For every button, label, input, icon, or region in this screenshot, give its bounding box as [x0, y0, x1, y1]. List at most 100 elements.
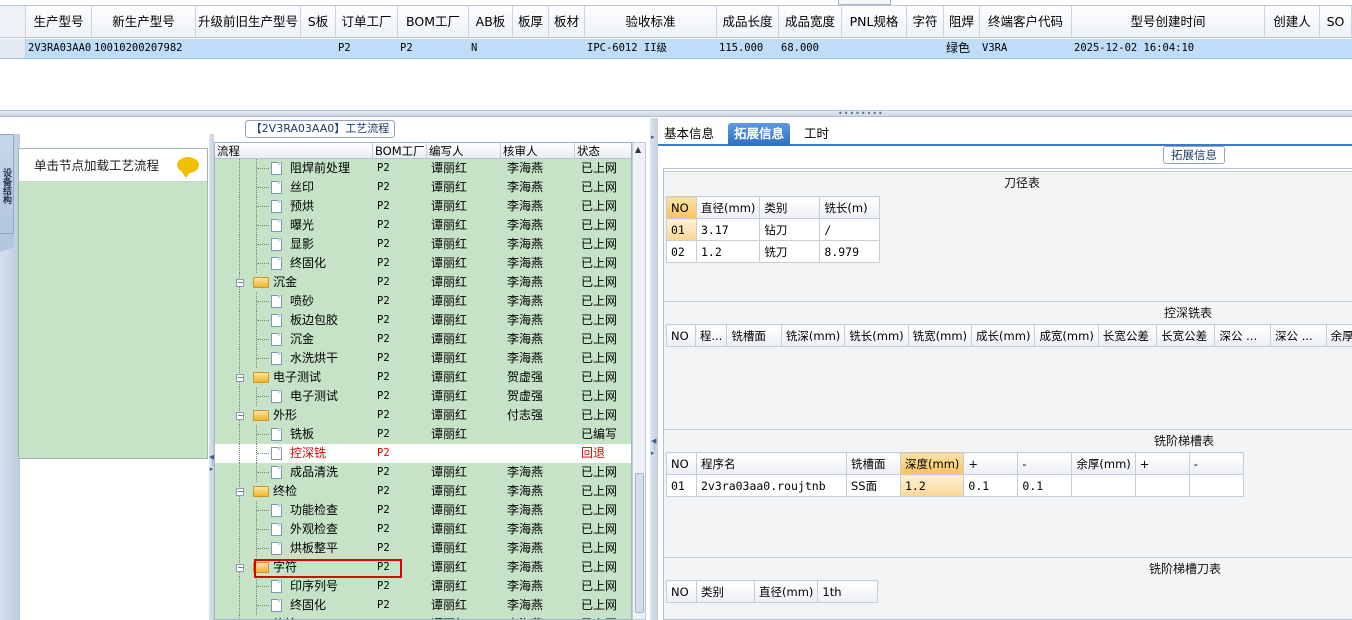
step-slot-table[interactable]: NO 程序名 铣槽面 深度(mm) + - 余厚(mm) + - 01 2v3ra03aa0.ro… [666, 452, 1244, 497]
tree-row[interactable]: 铣板 P2 谭丽红 已编写 [215, 425, 631, 444]
table-header-cell[interactable]: 程序名 [696, 452, 847, 475]
table-header-cell[interactable]: 程... [694, 324, 728, 347]
scroll-up-icon[interactable]: ▲ [635, 145, 641, 154]
grid-cell[interactable]: P2 [336, 39, 398, 58]
col-header[interactable]: 板厚 [513, 6, 549, 37]
tab-basic-info[interactable]: 基本信息 [658, 123, 720, 146]
tree-row[interactable]: 控深铣 P2 回退 [215, 444, 631, 463]
speech-bubble-icon[interactable] [177, 157, 199, 178]
table-header-cell[interactable]: 1th [817, 580, 879, 603]
grid-cell[interactable]: 2V3RA03AA0 [26, 39, 92, 58]
tree-row[interactable]: − 外形 P2 谭丽红 付志强 已上网 [215, 406, 631, 425]
table-row[interactable]: 02 1.2 铣刀 8.979 [666, 240, 881, 263]
table-header-cell[interactable]: 成长(mm) [971, 324, 1036, 347]
horizontal-splitter[interactable]: •••••••• [0, 110, 1352, 118]
tree-row[interactable]: 喷砂 P2 谭丽红 李海燕 已上网 [215, 292, 631, 311]
tree-row[interactable]: 印序列号 P2 谭丽红 李海燕 已上网 [215, 577, 631, 596]
table-header-cell[interactable]: 铣槽面 [726, 324, 782, 347]
grid-cell[interactable] [549, 39, 585, 58]
tree-row[interactable]: 显影 P2 谭丽红 李海燕 已上网 [215, 235, 631, 254]
table-header-cell[interactable]: 长宽公差 [1097, 324, 1158, 347]
tab-work-hours[interactable]: 工时 [798, 123, 835, 146]
step-tool-table[interactable]: NO 类别 直径(mm) 1th [666, 580, 879, 603]
tree-row[interactable]: 曝光 P2 谭丽红 李海燕 已上网 [215, 216, 631, 235]
table-header-cell[interactable]: - [1017, 452, 1073, 475]
col-header[interactable]: 订单工厂 [336, 6, 398, 37]
tree-row[interactable]: 预烘 P2 谭丽红 李海燕 已上网 [215, 197, 631, 216]
table-header-cell[interactable]: - [1188, 452, 1244, 475]
tree-row[interactable]: 终固化 P2 谭丽红 李海燕 已上网 [215, 254, 631, 273]
grid-cell[interactable]: 68.000 [779, 39, 842, 58]
tree-row[interactable]: 外观检查 P2 谭丽红 李海燕 已上网 [215, 520, 631, 539]
col-header[interactable]: 阻焊 [944, 6, 980, 37]
grid-cell[interactable]: 10010200207982 [92, 39, 196, 58]
tree-row[interactable]: − 电子测试 P2 谭丽红 贺虚强 已上网 [215, 368, 631, 387]
tree-row[interactable]: −终检P2谭丽红李海燕已上网 [215, 615, 631, 619]
col-header[interactable]: 字符 [907, 6, 944, 37]
depth-mill-table[interactable]: NO 程... 铣槽面 铣深(mm) 铣长(mm) 铣宽(mm) 成长(mm) 成宽(mm) 长… [666, 324, 1352, 347]
collapse-icon[interactable]: − [236, 488, 244, 496]
col-header[interactable]: 终端客户代码 [980, 6, 1072, 37]
col-header[interactable]: S板 [301, 6, 336, 37]
grid-cell[interactable]: V3RA [980, 39, 1072, 58]
process-tree[interactable]: 流程 BOM工厂 编写人 核审人 状态 阻焊前处理 P2 谭丽红 李海燕 已上网 丝印 P2… [214, 142, 632, 620]
tree-row[interactable]: −终检P2谭丽红李海燕已上网 [215, 482, 631, 501]
tree-row[interactable]: 终固化 P2 谭丽红 李海燕 已上网 [215, 596, 631, 615]
tool-table[interactable]: NO 直径(mm) 类别 铣长(m) 01 3.17 钻刀/ 02 1.2 铣刀 8.979 [666, 196, 881, 263]
table-header-cell[interactable]: 直径(mm) [753, 580, 819, 603]
tree-row[interactable]: 板边包胶 P2 谭丽红 李海燕 已上网 [215, 311, 631, 330]
grid-cell[interactable]: N [469, 39, 513, 58]
table-header-cell[interactable]: + [1134, 452, 1190, 475]
th-no[interactable]: NO [666, 196, 697, 219]
tree-row[interactable]: 烘板整平 P2 谭丽红 李海燕 已上网 [215, 539, 631, 558]
th-diameter[interactable]: 直径(mm) [695, 196, 761, 219]
col-header[interactable]: SO [1320, 6, 1352, 37]
table-header-cell[interactable]: 长宽公差 [1156, 324, 1216, 347]
col-bom[interactable]: BOM工厂 [373, 143, 427, 159]
table-header-cell[interactable]: 深公 ... [1214, 324, 1272, 347]
tree-scrollbar[interactable]: ▲ [632, 142, 646, 620]
th-category[interactable]: 类别 [759, 196, 821, 219]
col-header[interactable]: 升级前旧生产型号 [196, 6, 301, 37]
col-header[interactable]: AB板 [469, 6, 513, 37]
table-header-cell[interactable]: 余厚(mm) [1071, 452, 1136, 475]
grid-cell[interactable] [513, 39, 549, 58]
tab-extended-info[interactable]: 拓展信息 [728, 123, 791, 146]
tree-row[interactable]: 沉金 P2 谭丽红 李海燕 已上网 [215, 330, 631, 349]
table-header-cell[interactable]: 铣宽(mm) [907, 324, 973, 347]
tree-row[interactable]: 阻焊前处理 P2 谭丽红 李海燕 已上网 [215, 159, 631, 178]
col-header[interactable]: 型号创建时间 [1072, 6, 1265, 37]
grid-cell[interactable] [1320, 39, 1352, 58]
table-header-cell[interactable]: 类别 [696, 580, 755, 603]
side-tab[interactable]: 设备结构 [0, 134, 14, 234]
col-header[interactable]: BOM工厂 [398, 6, 469, 37]
grid-cell[interactable] [196, 39, 301, 58]
grid-cell[interactable] [301, 39, 336, 58]
col-writer[interactable]: 编写人 [427, 143, 501, 159]
table-row[interactable]: 01 2v3ra03aa0.roujtnb SS面 1.2 0.1 0.1 [666, 474, 1244, 497]
table-header-cell[interactable]: NO [666, 452, 697, 475]
grid-cell[interactable]: 115.000 [717, 39, 779, 58]
col-header[interactable]: 生产型号 [26, 6, 92, 37]
grid-cell[interactable]: IPC-6012 II级 [585, 39, 717, 58]
tree-row[interactable]: 丝印 P2 谭丽红 李海燕 已上网 [215, 178, 631, 197]
table-header-cell[interactable]: 成宽(mm) [1034, 324, 1099, 347]
tree-row[interactable]: 功能检查 P2 谭丽红 李海燕 已上网 [215, 501, 631, 520]
table-header-cell[interactable]: 铣槽面 [846, 452, 901, 475]
scroll-thumb[interactable] [635, 473, 644, 613]
table-header-cell[interactable]: + [963, 452, 1019, 475]
tree-row[interactable]: 水洗烘干 P2 谭丽红 李海燕 已上网 [215, 349, 631, 368]
col-header[interactable]: 新生产型号 [92, 6, 196, 37]
grid-cell[interactable] [1265, 39, 1320, 58]
vertical-splitter-right[interactable]: ▸ ◀ ⋮ ▸ [650, 118, 658, 620]
col-header[interactable]: 成品长度 [717, 6, 779, 37]
table-header-cell[interactable]: 深公 ... [1270, 324, 1327, 347]
row-selector[interactable] [0, 39, 26, 58]
th-mill-length[interactable]: 铣长(m) [819, 196, 881, 219]
table-header-cell[interactable]: 深度(mm) [899, 452, 965, 475]
tree-row[interactable]: − 沉金 P2 谭丽红 李海燕 已上网 [215, 273, 631, 292]
table-header-cell[interactable]: 铣深(mm) [780, 324, 846, 347]
col-status[interactable]: 状态 [575, 143, 631, 159]
table-row[interactable]: 01 3.17 钻刀 / [666, 218, 881, 241]
grid-cell[interactable] [842, 39, 907, 58]
